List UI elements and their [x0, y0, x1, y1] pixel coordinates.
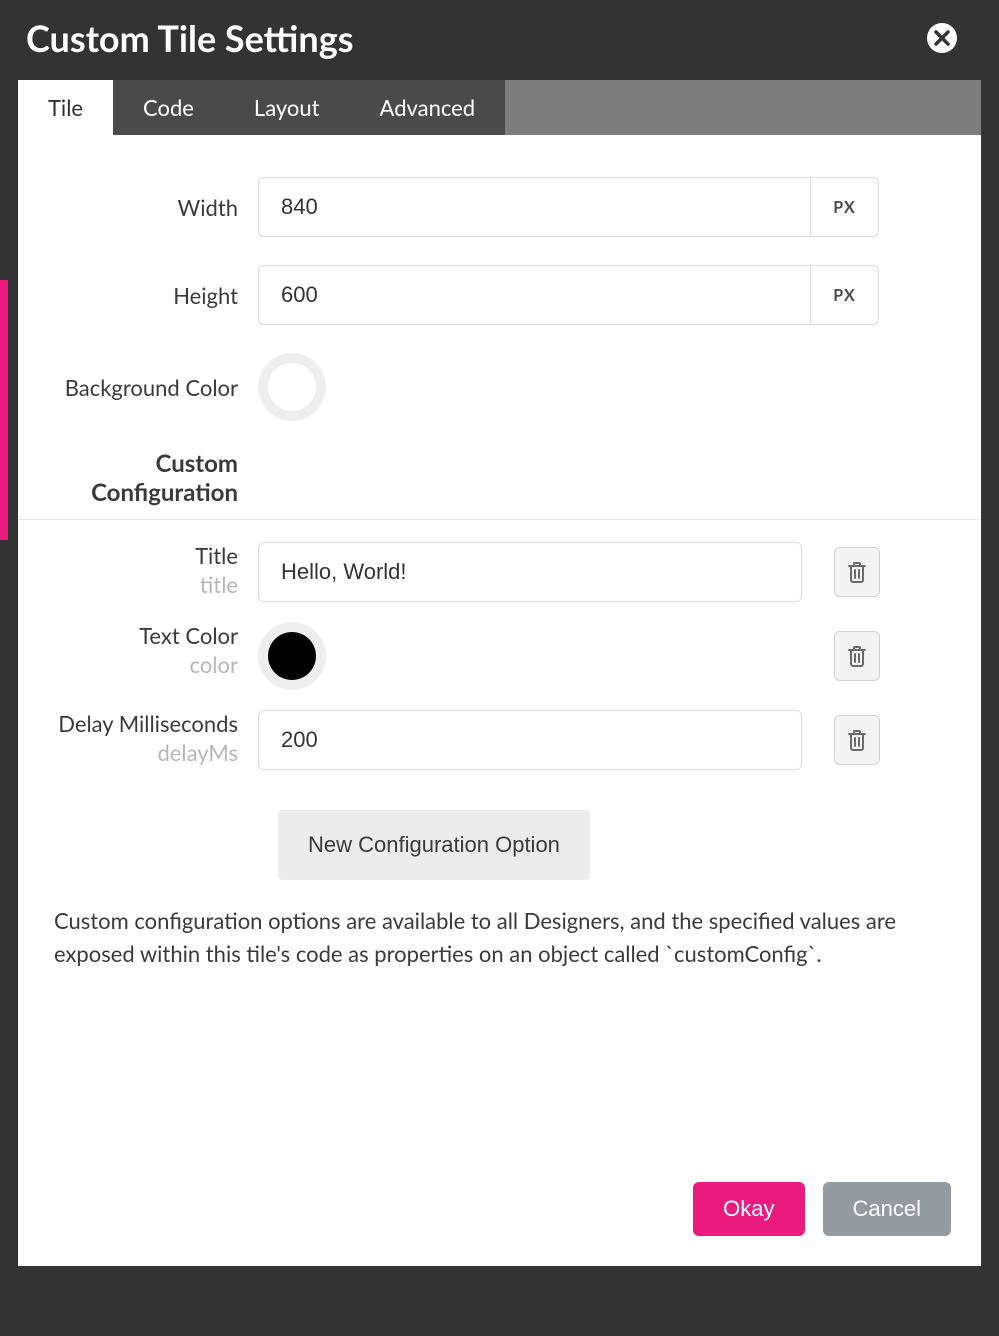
label-title: Title title — [18, 542, 258, 598]
tabs-bar: Tile Code Layout Advanced — [18, 80, 981, 135]
tab-code[interactable]: Code — [113, 80, 224, 135]
width-input[interactable] — [259, 178, 810, 236]
section-divider — [18, 519, 981, 520]
row-width: Width PX — [18, 163, 981, 251]
cancel-button[interactable]: Cancel — [823, 1182, 951, 1236]
height-input-group: PX — [258, 265, 879, 325]
tab-advanced[interactable]: Advanced — [350, 80, 506, 135]
close-button[interactable] — [927, 23, 957, 53]
delay-input-group — [258, 710, 802, 770]
row-bgcolor: Background Color — [18, 339, 981, 435]
sublabel-title: title — [18, 571, 238, 598]
delete-delay-button[interactable] — [834, 715, 880, 765]
row-delay: Delay Milliseconds delayMs — [18, 700, 981, 780]
height-unit: PX — [810, 266, 878, 324]
label-width: Width — [18, 194, 258, 221]
tile-panel: Width PX Height PX — [18, 135, 981, 1266]
delay-input[interactable] — [259, 711, 801, 769]
tab-spacer — [505, 80, 981, 135]
help-text: Custom configuration options are availab… — [18, 880, 981, 970]
row-height: Height PX — [18, 251, 981, 339]
text-color-swatch-inner — [268, 632, 316, 680]
row-section-header: Custom Configuration — [18, 435, 981, 511]
trash-icon — [847, 729, 867, 751]
dialog-footer: Okay Cancel — [693, 1182, 951, 1236]
dialog-title: Custom Tile Settings — [26, 16, 354, 60]
bgcolor-swatch[interactable] — [258, 353, 326, 421]
label-bgcolor: Background Color — [18, 374, 258, 401]
label-text-color-text: Text Color — [139, 622, 238, 649]
label-title-text: Title — [195, 542, 238, 569]
dialog-header: Custom Tile Settings — [18, 0, 981, 80]
title-input-group — [258, 542, 802, 602]
label-delay-text: Delay Milliseconds — [58, 710, 238, 737]
label-delay: Delay Milliseconds delayMs — [18, 710, 258, 766]
tab-tile[interactable]: Tile — [18, 80, 113, 135]
width-unit: PX — [810, 178, 878, 236]
title-input[interactable] — [259, 543, 801, 601]
okay-button[interactable]: Okay — [693, 1182, 804, 1236]
delete-text-color-button[interactable] — [834, 631, 880, 681]
tab-layout[interactable]: Layout — [224, 80, 350, 135]
label-text-color: Text Color color — [18, 622, 258, 678]
height-input[interactable] — [259, 266, 810, 324]
label-height: Height — [18, 282, 258, 309]
sublabel-text-color: color — [18, 651, 238, 678]
delete-title-button[interactable] — [834, 547, 880, 597]
row-title: Title title — [18, 532, 981, 612]
width-input-group: PX — [258, 177, 879, 237]
text-color-swatch[interactable] — [258, 622, 326, 690]
trash-icon — [847, 561, 867, 583]
custom-tile-settings-dialog: Custom Tile Settings Tile Code Layout Ad… — [18, 0, 981, 1271]
trash-icon — [847, 645, 867, 667]
sublabel-delay: delayMs — [18, 739, 238, 766]
new-configuration-option-button[interactable]: New Configuration Option — [278, 810, 590, 880]
close-icon — [934, 30, 950, 46]
row-text-color: Text Color color — [18, 612, 981, 700]
label-custom-configuration: Custom Configuration — [18, 449, 258, 507]
sidebar-accent — [0, 280, 8, 540]
row-new-option: New Configuration Option — [18, 810, 981, 880]
bgcolor-swatch-inner — [268, 363, 316, 411]
